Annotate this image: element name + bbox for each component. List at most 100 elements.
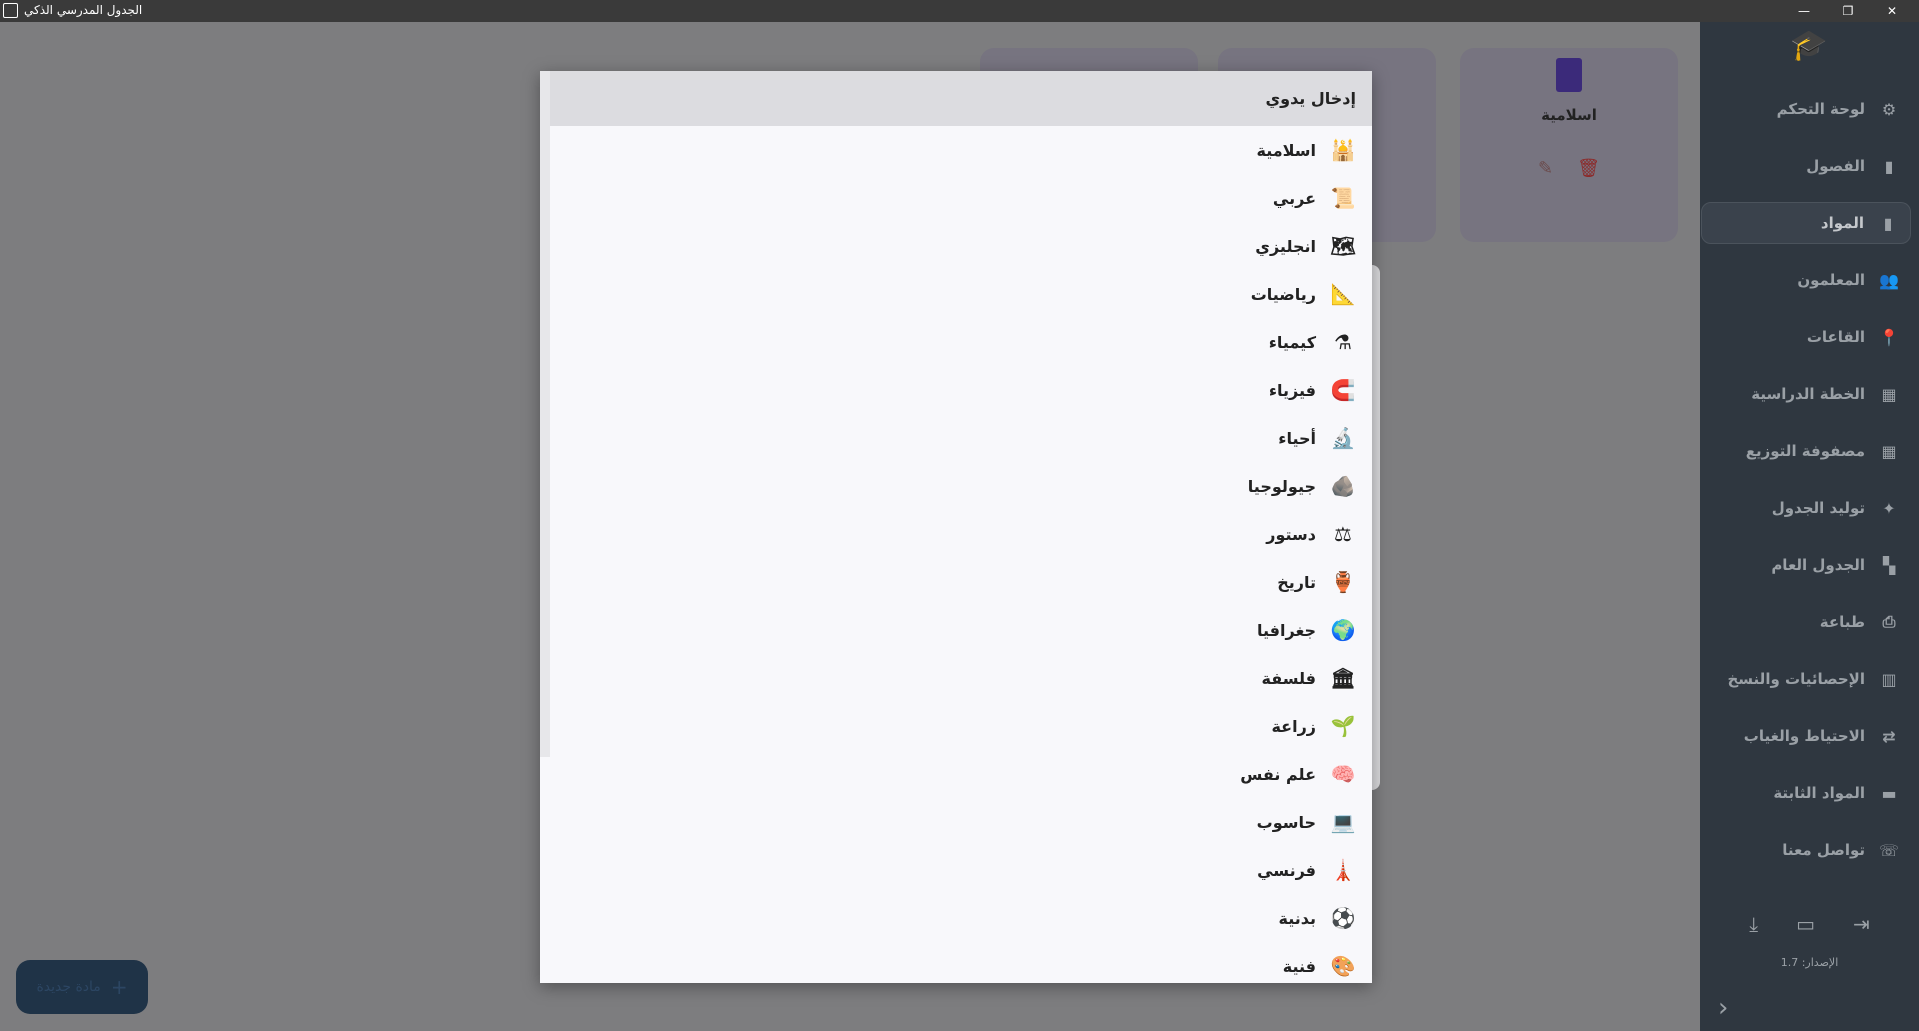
subject-option-label: دستور: [1266, 524, 1316, 544]
sidebar-item-label: لوحة التحكم: [1776, 100, 1865, 118]
subject-option[interactable]: ⚗ كيمياء: [540, 318, 1372, 366]
subject-option[interactable]: 🗺 انجليزي: [540, 222, 1372, 270]
subject-option[interactable]: 🌍 جغرافيا: [540, 606, 1372, 654]
scrollbar[interactable]: [1372, 265, 1380, 790]
subject-icon: 🔬: [1330, 426, 1356, 450]
subject-icon: 🗼: [1330, 858, 1356, 882]
subject-option[interactable]: 📐 رياضيات: [540, 270, 1372, 318]
sidebar-item-icon: ▮: [1884, 156, 1894, 176]
new-subject-button[interactable]: + مادة جديدة: [16, 960, 148, 1014]
window-icon[interactable]: ▭: [1796, 912, 1815, 936]
subject-option-label: فرنسي: [1257, 860, 1316, 880]
sidebar-item[interactable]: ▥ الإحصائيات والنسخ: [1701, 658, 1911, 700]
sidebar-item[interactable]: ▬ المواد الثابتة: [1701, 772, 1911, 814]
sidebar-item[interactable]: ☏ تواصل معنا: [1701, 829, 1911, 871]
version-label: الإصدار: 1.7: [1780, 956, 1839, 969]
pencil-icon[interactable]: ✎: [1538, 158, 1553, 179]
subject-option[interactable]: 🔬 أحياء: [540, 414, 1372, 462]
sidebar-item[interactable]: ⎙ طباعة: [1701, 601, 1911, 643]
subject-option[interactable]: 🏛 فلسفة: [540, 654, 1372, 702]
subject-icon: 🗺: [1330, 234, 1356, 258]
new-subject-label: مادة جديدة: [36, 979, 101, 995]
sidebar-item[interactable]: ▮ المواد: [1701, 202, 1911, 244]
subject-icon: 🎨: [1330, 954, 1356, 978]
subject-option[interactable]: ⚽ بدنية: [540, 894, 1372, 942]
subject-option-label: جغرافيا: [1256, 620, 1316, 640]
subject-option[interactable]: 🏺 تاريخ: [540, 558, 1372, 606]
maximize-button[interactable]: ❐: [1826, 0, 1870, 22]
sidebar-item[interactable]: 👥 المعلمون: [1701, 259, 1911, 301]
subject-icon: ⚗: [1334, 330, 1352, 354]
subject-dropdown: إدخال يدوي 🕌 اسلامية 📜 عربي 🗺 انجليزي 📐 رياضيات…: [540, 71, 1372, 983]
subject-option-label: حاسوب: [1256, 812, 1316, 832]
sidebar-item-icon: 📍: [1879, 327, 1899, 347]
sidebar-item-label: القاعات: [1806, 328, 1865, 346]
manual-entry-label: إدخال يدوي: [1265, 89, 1356, 108]
dropdown-scrollbar[interactable]: [540, 71, 550, 757]
subject-icon: 🌍: [1330, 618, 1356, 642]
subject-icon: 🌱: [1330, 714, 1356, 738]
sidebar-item-icon: ✦: [1882, 498, 1896, 518]
sidebar-item-label: الخطة الدراسية: [1751, 385, 1865, 403]
sidebar-item[interactable]: ▦ الخطة الدراسية: [1701, 373, 1911, 415]
logout-icon[interactable]: ⇥: [1853, 912, 1870, 936]
sidebar-item-label: تواصل معنا: [1782, 841, 1865, 859]
subject-option-label: زراعة: [1271, 716, 1316, 736]
subject-icon: ⚖: [1334, 522, 1352, 546]
subject-option[interactable]: 🧲 فيزياء: [540, 366, 1372, 414]
subject-option[interactable]: 🧠 علم نفس: [540, 750, 1372, 798]
subject-icon: 📜: [1330, 186, 1356, 210]
manual-entry-option[interactable]: إدخال يدوي: [540, 71, 1372, 126]
sidebar-item-label: المواد: [1820, 214, 1864, 232]
sidebar-item-icon: ⚙: [1881, 99, 1897, 119]
subject-option-label: جيولوجيا: [1247, 476, 1316, 496]
subject-option[interactable]: 📜 عربي: [540, 174, 1372, 222]
sidebar-item[interactable]: 📍 القاعات: [1701, 316, 1911, 358]
subject-name: اسلامية: [1541, 106, 1597, 124]
minimize-button[interactable]: —: [1782, 0, 1826, 22]
sidebar-item[interactable]: ▚ الجدول العام: [1701, 544, 1911, 586]
sidebar-item-label: مصفوفة التوزيع: [1745, 442, 1865, 460]
subject-option[interactable]: ⚖ دستور: [540, 510, 1372, 558]
sidebar-item-icon: 👥: [1879, 270, 1899, 290]
sidebar-item-label: المعلمون: [1797, 271, 1865, 289]
sidebar-item[interactable]: ⇄ الاحتياط والغياب: [1701, 715, 1911, 757]
sidebar-item-label: الجدول العام: [1771, 556, 1865, 574]
subject-icon: 🧲: [1330, 378, 1356, 402]
subject-icon: 🏺: [1330, 570, 1356, 594]
sidebar-item[interactable]: ▮ الفصول: [1701, 145, 1911, 187]
subject-icon: ⚽: [1330, 906, 1356, 930]
sidebar-item-icon: ⇄: [1882, 726, 1896, 746]
sidebar-item[interactable]: ▦ مصفوفة التوزيع: [1701, 430, 1911, 472]
sidebar-item-label: الاحتياط والغياب: [1743, 727, 1865, 745]
subject-card: اسلامية ✎ 🗑: [1460, 48, 1678, 242]
close-button[interactable]: ✕: [1870, 0, 1914, 22]
sidebar: 🎓 ⚙ لوحة التحكم ▮ الفصول ▮ المواد 👥 المعلمون 📍 ال…: [1700, 22, 1919, 1031]
subject-option[interactable]: 🗼 فرنسي: [540, 846, 1372, 894]
trash-icon[interactable]: 🗑: [1577, 158, 1600, 179]
download-icon[interactable]: ⤓: [1749, 912, 1758, 936]
subject-option-label: كيمياء: [1268, 332, 1316, 352]
sidebar-item-icon: ☏: [1878, 840, 1899, 860]
window-title: الجدول المدرسي الذكي: [24, 3, 143, 17]
subject-option-label: فلسفة: [1261, 668, 1316, 688]
subject-option[interactable]: 🕌 اسلامية: [540, 126, 1372, 174]
subject-option[interactable]: 🪨 جيولوجيا: [540, 462, 1372, 510]
subject-option-label: علم نفس: [1240, 764, 1316, 784]
chevron-right-icon[interactable]: ›: [1718, 993, 1728, 1023]
subject-option-label: فنية: [1282, 956, 1316, 976]
sidebar-item[interactable]: ⚙ لوحة التحكم: [1701, 88, 1911, 130]
plus-icon: +: [110, 975, 128, 999]
subject-option-label: فيزياء: [1268, 380, 1316, 400]
subject-option-label: تاريخ: [1277, 572, 1316, 592]
subject-option[interactable]: 🌱 زراعة: [540, 702, 1372, 750]
sidebar-item-icon: ▥: [1881, 669, 1897, 689]
subject-option[interactable]: 💻 حاسوب: [540, 798, 1372, 846]
subject-icon: 🧠: [1330, 762, 1356, 786]
subject-option-label: اسلامية: [1256, 140, 1316, 160]
sidebar-item-icon: ▮: [1883, 213, 1893, 233]
subject-option[interactable]: 🎨 فنية: [540, 942, 1372, 983]
sidebar-item[interactable]: ✦ توليد الجدول: [1701, 487, 1911, 529]
app-icon: [3, 3, 18, 18]
subject-option-label: انجليزي: [1255, 236, 1316, 256]
